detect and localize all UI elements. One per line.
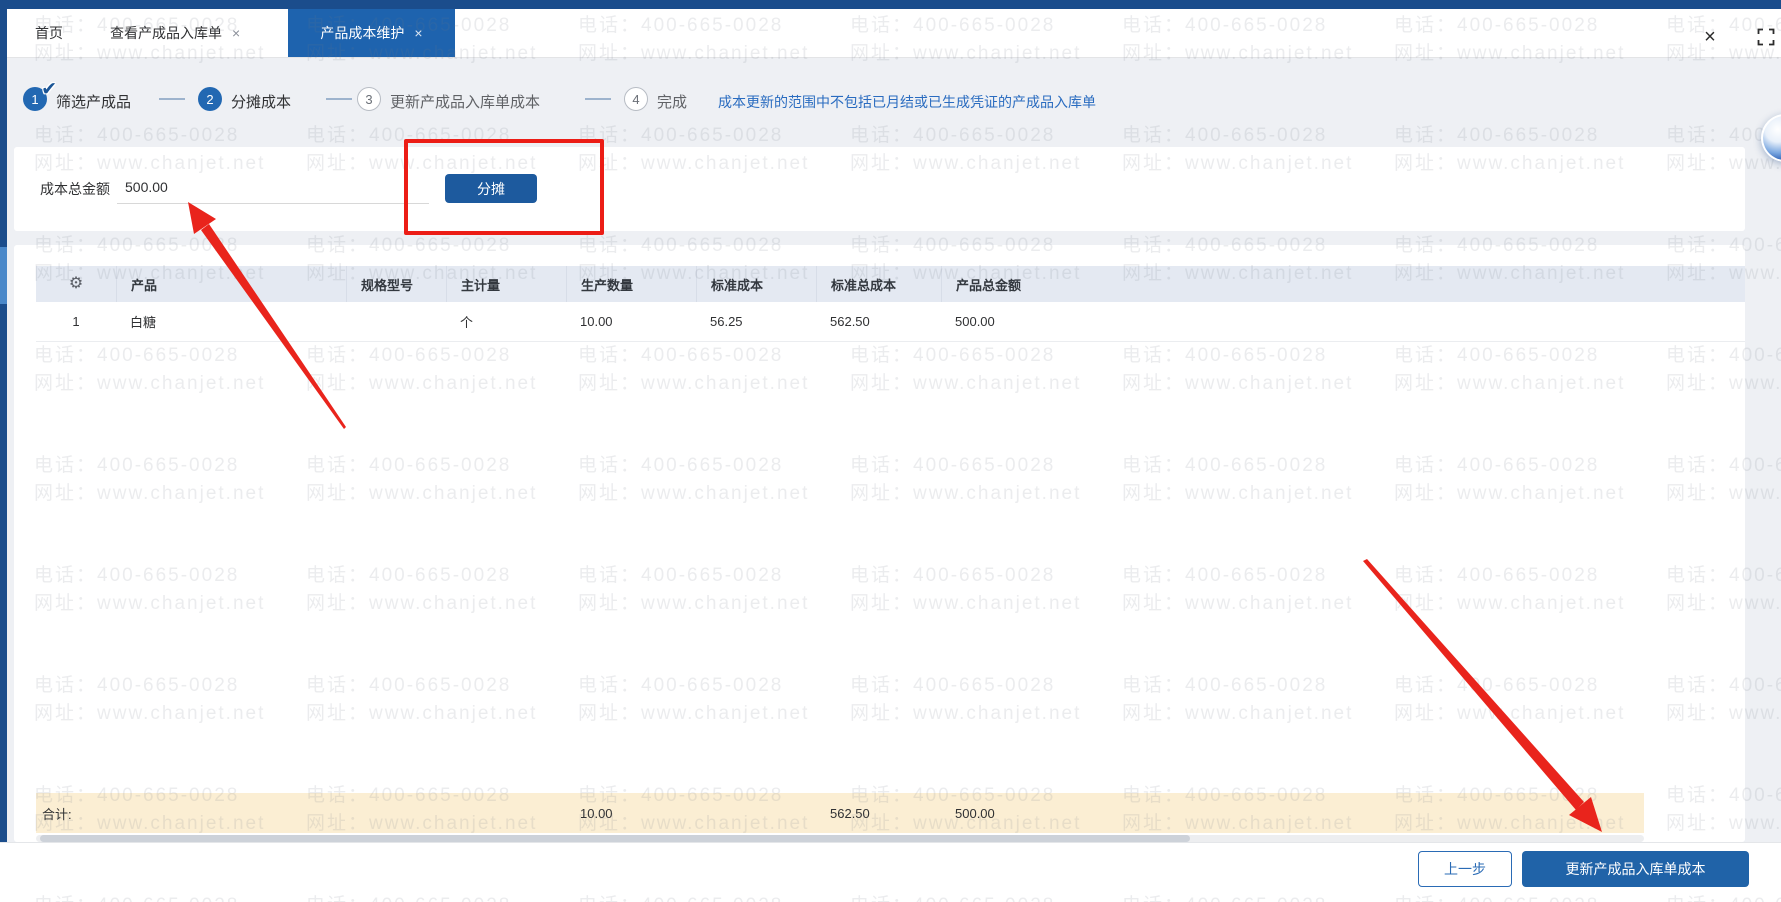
- table-row[interactable]: 1 白糖 个 10.00 56.25 562.50 500.00: [36, 302, 1745, 342]
- total-empty-cell: [446, 793, 566, 833]
- tab-home-label: 首页: [35, 25, 63, 41]
- total-production-qty: 10.00: [580, 805, 613, 821]
- step-done-check-icon: ✔: [41, 79, 57, 100]
- col-standard-cost: 标准成本: [696, 266, 816, 302]
- col-main-unit: 主计量: [446, 266, 566, 302]
- fullscreen-icon[interactable]: [1757, 28, 1775, 46]
- wizard-stepper: 1 ✔ 筛选产成品 2 分摊成本 3 更新产成品入库单成本 4 完成 成本更新的…: [7, 75, 1781, 123]
- col-product-total-amount: 产品总金额: [941, 266, 1745, 302]
- total-empty-cell: [696, 793, 816, 833]
- step-2-number: 2: [206, 91, 214, 107]
- close-icon[interactable]: ×: [1697, 23, 1723, 51]
- step-3-circle: 3: [357, 87, 381, 111]
- step-connector: [159, 98, 185, 100]
- tab-active-label: 产品成本维护: [320, 25, 405, 41]
- tab-product-cost-maintenance[interactable]: 产品成本维护 ×: [288, 9, 455, 57]
- previous-step-button[interactable]: 上一步: [1418, 851, 1512, 887]
- column-settings-cell: ⚙: [36, 266, 116, 302]
- step-4-label: 完成: [657, 94, 688, 111]
- table-header-row: ⚙ 产品 规格型号 主计量 生产数量 标准成本 标准总成本 产品总金额: [36, 266, 1745, 302]
- cost-total-form-card: 成本总金额 分摊: [14, 147, 1745, 231]
- tab-view-label: 查看产成品入库单: [110, 25, 222, 41]
- step-3-number: 3: [365, 91, 373, 107]
- tab-home[interactable]: 首页: [27, 9, 71, 57]
- col-standard-total-cost: 标准总成本: [816, 266, 941, 302]
- cost-total-label: 成本总金额: [40, 181, 110, 197]
- total-empty-cell: [346, 793, 446, 833]
- tab-view-close-icon[interactable]: ×: [232, 26, 240, 40]
- step-1-circle: 1 ✔: [23, 79, 57, 111]
- cell-production-qty: 10.00: [580, 314, 613, 329]
- total-standard-total-cost: 562.50: [830, 805, 870, 821]
- cell-standard-total-cost: 562.50: [830, 314, 870, 329]
- horizontal-scrollbar-thumb[interactable]: [40, 835, 1190, 842]
- window-top-strip: [0, 0, 1781, 9]
- total-product-amount: 500.00: [955, 805, 995, 821]
- left-edge-scroll-handle[interactable]: [0, 247, 7, 304]
- row-index: 1: [72, 314, 80, 329]
- step-connector: [326, 98, 352, 100]
- step-4-circle: 4: [624, 87, 648, 111]
- step-4-number: 4: [632, 91, 640, 107]
- cell-standard-cost: 56.25: [710, 314, 743, 329]
- step-2-circle: 2: [198, 87, 222, 111]
- cost-total-input[interactable]: [117, 171, 429, 204]
- total-empty-cell: [116, 793, 346, 833]
- step-1-label: 筛选产成品: [56, 94, 132, 111]
- app-window: { "window": { "close_label": "×" }, "ico…: [0, 0, 1781, 902]
- step-1-number: 1: [31, 91, 39, 107]
- action-bar: 上一步 更新产成品入库单成本: [0, 842, 1781, 902]
- cell-spec-model: [346, 302, 446, 341]
- cell-product-total-amount: 500.00: [955, 314, 995, 329]
- gear-icon[interactable]: ⚙: [69, 276, 83, 292]
- horizontal-scrollbar[interactable]: [36, 835, 1644, 842]
- total-label: 合计:: [42, 806, 72, 822]
- table-total-row: 合计: 10.00 562.50 500.00: [36, 793, 1644, 833]
- col-production-qty: 生产数量: [566, 266, 696, 302]
- tab-active-close-icon[interactable]: ×: [414, 26, 422, 40]
- step-2-label: 分摊成本: [231, 94, 292, 111]
- tab-bar: 首页 查看产成品入库单 × 产品成本维护 × ×: [7, 9, 1781, 58]
- products-table-card: ⚙ 产品 规格型号 主计量 生产数量 标准成本 标准总成本 产品总金额 1 白糖…: [14, 245, 1745, 842]
- update-receipt-cost-button[interactable]: 更新产成品入库单成本: [1522, 851, 1749, 887]
- col-spec-model: 规格型号: [346, 266, 446, 302]
- left-edge-bar: [0, 0, 7, 902]
- cell-main-unit: 个: [460, 315, 474, 330]
- col-product: 产品: [116, 266, 346, 302]
- cell-product: 白糖: [130, 315, 157, 330]
- step-3-label: 更新产成品入库单成本: [390, 94, 541, 111]
- cost-update-scope-note: 成本更新的范围中不包括已月结或已生成凭证的产成品入库单: [718, 94, 1096, 110]
- step-connector: [585, 98, 611, 100]
- tab-view-finished-receipt[interactable]: 查看产成品入库单 ×: [102, 9, 248, 57]
- allocate-button[interactable]: 分摊: [445, 174, 537, 203]
